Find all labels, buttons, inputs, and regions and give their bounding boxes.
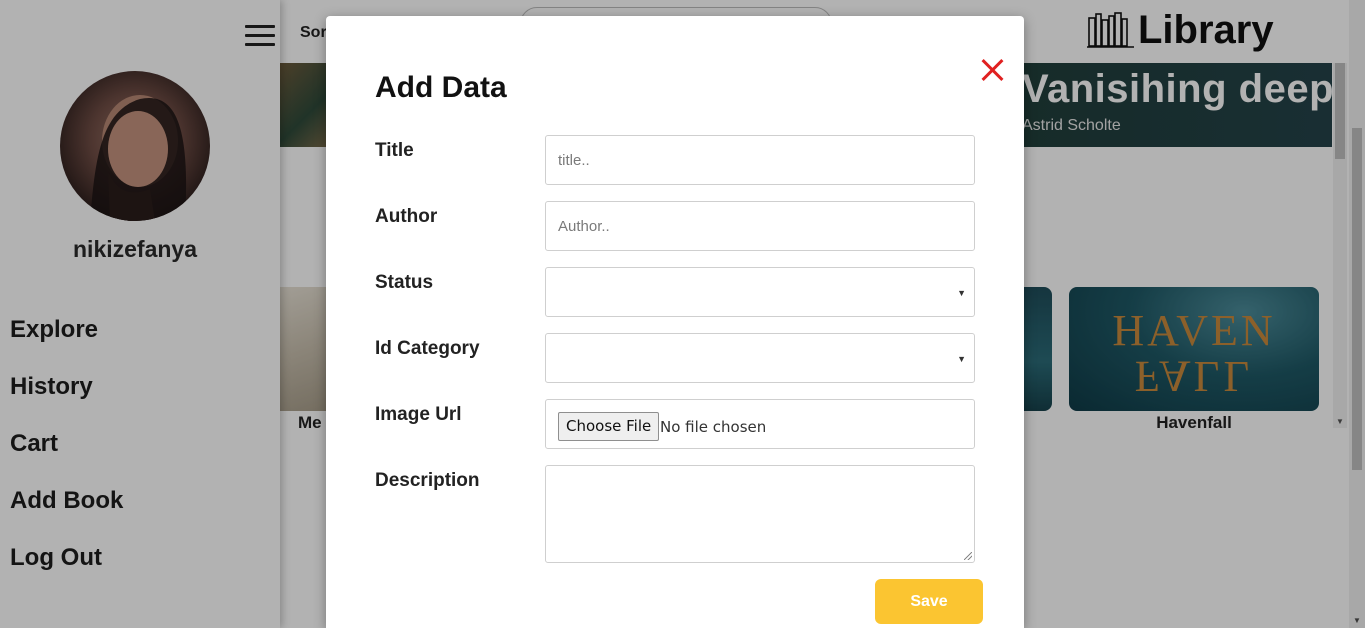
author-field[interactable] <box>545 201 975 251</box>
close-icon[interactable] <box>980 58 1004 82</box>
author-input[interactable] <box>546 202 974 250</box>
description-label: Description <box>375 470 480 491</box>
add-data-modal: Add Data Title Author Status ▼ Id Catego… <box>326 16 1024 628</box>
image-file-field: Choose File No file chosen <box>545 399 975 449</box>
status-select[interactable]: ▼ <box>545 267 975 317</box>
status-label: Status <box>375 272 434 293</box>
category-label: Id Category <box>375 338 480 359</box>
author-label: Author <box>375 206 438 227</box>
description-textarea[interactable] <box>545 465 975 563</box>
title-label: Title <box>375 140 414 161</box>
image-url-label: Image Url <box>375 404 462 425</box>
title-input[interactable] <box>546 136 974 184</box>
dropdown-arrow-icon: ▼ <box>957 354 966 364</box>
title-field[interactable] <box>545 135 975 185</box>
choose-file-button[interactable]: Choose File <box>558 412 660 441</box>
dropdown-arrow-icon: ▼ <box>957 288 966 298</box>
resize-handle-icon[interactable] <box>964 552 972 560</box>
modal-title: Add Data <box>375 71 507 104</box>
category-select[interactable]: ▼ <box>545 333 975 383</box>
file-status: No file chosen <box>660 418 767 436</box>
save-button[interactable]: Save <box>875 579 983 624</box>
